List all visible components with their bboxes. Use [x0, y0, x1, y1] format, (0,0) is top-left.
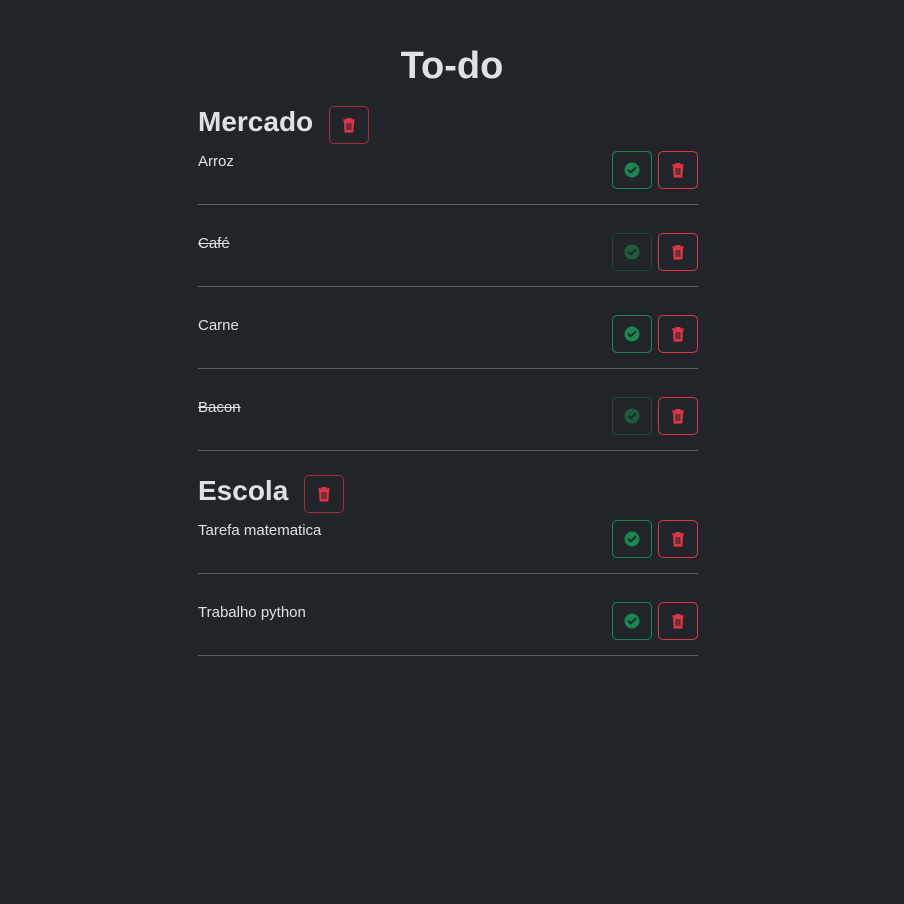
- delete-task-button[interactable]: [658, 233, 698, 271]
- task-actions: [612, 233, 698, 271]
- task-text: Bacon: [198, 399, 241, 416]
- complete-task-button[interactable]: [612, 315, 652, 353]
- complete-task-button[interactable]: [612, 151, 652, 189]
- list-title: Mercado: [198, 106, 314, 137]
- list-title: Escola: [198, 475, 289, 506]
- delete-task-button[interactable]: [658, 602, 698, 640]
- complete-task-button[interactable]: [612, 233, 652, 271]
- task-actions: [612, 397, 698, 435]
- trash-icon: [672, 614, 684, 629]
- delete-list-button[interactable]: [304, 475, 345, 513]
- check-circle-icon: [624, 613, 640, 629]
- check-circle-icon: [624, 408, 640, 424]
- task-row: Tarefa matematica: [198, 515, 698, 574]
- todo-list-mercado: Mercado Arroz Café Carne Bacon: [198, 98, 698, 451]
- list-header: Mercado: [198, 98, 698, 146]
- check-circle-icon: [624, 162, 640, 178]
- task-row: Café: [198, 205, 698, 287]
- trash-icon: [318, 487, 331, 502]
- delete-list-button[interactable]: [329, 106, 370, 144]
- delete-task-button[interactable]: [658, 397, 698, 435]
- delete-task-button[interactable]: [658, 151, 698, 189]
- lists-container: Mercado Arroz Café Carne Bacon Escola Ta…: [198, 94, 698, 656]
- todo-list-escola: Escola Tarefa matematica Trabalho python: [198, 467, 698, 656]
- check-circle-icon: [624, 326, 640, 342]
- trash-icon: [672, 245, 684, 260]
- task-actions: [612, 602, 698, 640]
- task-text: Arroz: [198, 153, 234, 170]
- task-actions: [612, 315, 698, 353]
- task-row: Carne: [198, 287, 698, 369]
- trash-icon: [672, 163, 684, 178]
- task-text: Tarefa matematica: [198, 522, 322, 539]
- task-text: Trabalho python: [198, 604, 306, 621]
- task-actions: [612, 520, 698, 558]
- complete-task-button[interactable]: [612, 397, 652, 435]
- check-circle-icon: [624, 244, 640, 260]
- task-row: Trabalho python: [198, 574, 698, 656]
- page-title: To-do: [400, 45, 504, 87]
- complete-task-button[interactable]: [612, 602, 652, 640]
- task-text: Carne: [198, 317, 239, 334]
- delete-task-button[interactable]: [658, 315, 698, 353]
- list-header: Escola: [198, 467, 698, 515]
- task-row: Arroz: [198, 146, 698, 205]
- trash-icon: [672, 532, 684, 547]
- trash-icon: [343, 118, 356, 133]
- task-text: Café: [198, 235, 230, 252]
- check-circle-icon: [624, 531, 640, 547]
- task-row: Bacon: [198, 369, 698, 451]
- trash-icon: [672, 327, 684, 342]
- task-actions: [612, 151, 698, 189]
- complete-task-button[interactable]: [612, 520, 652, 558]
- todo-page: To-do Mercado Arroz Café Carne Bacon Esc…: [0, 0, 904, 904]
- delete-task-button[interactable]: [658, 520, 698, 558]
- trash-icon: [672, 409, 684, 424]
